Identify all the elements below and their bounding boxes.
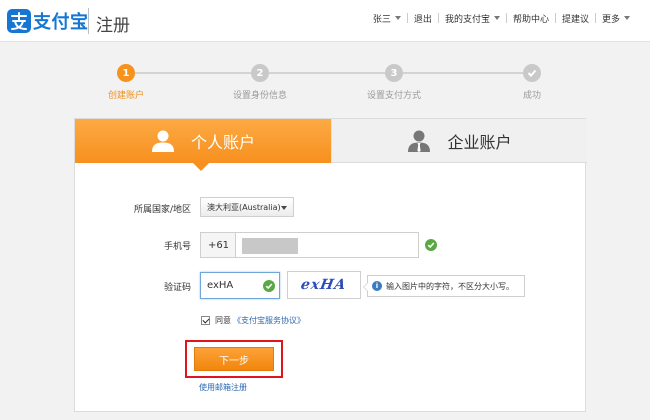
captcha-input-value: exHA (207, 280, 234, 291)
nav-my-alipay-label: 我的支付宝 (444, 14, 490, 25)
page-title: 注册 (96, 16, 130, 36)
agreement-row: 同意 《支付宝服务协议》 (201, 315, 305, 326)
register-with-email-link[interactable]: 使用邮箱注册 (199, 382, 247, 393)
chevron-down-icon (493, 16, 500, 20)
step-4-node (523, 64, 541, 82)
nav-suggestion-label: 提建议 (561, 14, 589, 25)
nav-user-menu[interactable]: 张三 (367, 12, 407, 25)
nav-more[interactable]: 更多 (596, 12, 636, 25)
country-select-value: 澳大利亚(Australia) (207, 202, 281, 212)
chevron-down-icon (394, 16, 401, 20)
agreement-link[interactable]: 《支付宝服务协议》 (233, 315, 305, 326)
next-button-highlight: 下一步 (185, 340, 283, 378)
top-nav: 张三 退出 我的支付宝 帮助中心 提建议 更多 (367, 0, 636, 36)
nav-logout[interactable]: 退出 (408, 12, 438, 25)
progress-steps: 1 2 3 创建账户 设置身份信息 设置支付方式 成功 (0, 60, 650, 110)
country-select[interactable]: 澳大利亚(Australia) (200, 197, 294, 217)
nav-more-label: 更多 (601, 14, 620, 25)
nav-suggestion[interactable]: 提建议 (556, 12, 595, 25)
agreement-checkbox[interactable] (201, 316, 210, 325)
nav-logout-label: 退出 (413, 14, 432, 25)
step-4-label: 成功 (522, 91, 542, 101)
nav-user-label: 张三 (372, 14, 391, 25)
tab-pointer (193, 163, 209, 171)
country-label: 所属国家/地区 (133, 205, 191, 215)
captcha-image[interactable]: exHA (287, 271, 361, 299)
chevron-down-icon (624, 16, 630, 20)
check-circle-icon (263, 280, 275, 292)
person-icon (151, 130, 174, 152)
alipay-logo-icon (7, 9, 31, 33)
step-connector (269, 72, 385, 74)
captcha-hint-text: 输入图片中的字符，不区分大小写。 (386, 281, 514, 291)
step-2-node: 2 (251, 64, 269, 82)
captcha-hint-tooltip: i 输入图片中的字符，不区分大小写。 (363, 275, 525, 297)
header: 支付宝 注册 张三 退出 我的支付宝 帮助中心 提建议 更多 (0, 0, 650, 42)
registration-card: 个人账户 企业账户 所属国家/地区 澳大利亚(Australia) 手机号 +6… (74, 118, 587, 412)
phone-label: 手机号 (163, 242, 191, 252)
captcha-label: 验证码 (163, 283, 191, 293)
nav-my-alipay[interactable]: 我的支付宝 (439, 12, 506, 25)
tab-personal-account[interactable]: 个人账户 (75, 119, 331, 163)
tooltip-arrow-fill (364, 282, 369, 292)
step-connector (135, 72, 251, 74)
phone-input[interactable] (235, 232, 419, 258)
info-icon: i (372, 281, 382, 291)
agreement-text: 同意 (215, 316, 231, 325)
phone-number-redacted (242, 238, 298, 254)
alipay-logo[interactable]: 支付宝 (6, 6, 89, 36)
captcha-input[interactable]: exHA (200, 272, 280, 299)
checkmark-icon (527, 69, 537, 77)
step-connector (403, 72, 523, 74)
step-1-node: 1 (117, 64, 135, 82)
nav-help-center[interactable]: 帮助中心 (507, 12, 555, 25)
captcha-image-text: exHA (299, 277, 349, 293)
next-step-button[interactable]: 下一步 (194, 347, 274, 371)
tab-personal-label: 个人账户 (190, 133, 255, 152)
chevron-down-icon (281, 206, 287, 210)
step-3-node: 3 (385, 64, 403, 82)
logo-text: 支付宝 (33, 12, 89, 33)
step-1-label: 创建账户 (107, 91, 145, 101)
business-person-icon (408, 130, 431, 152)
phone-country-code: +61 (200, 232, 236, 258)
header-divider (88, 8, 89, 34)
step-3-label: 设置支付方式 (366, 91, 422, 101)
check-circle-icon (425, 239, 437, 251)
nav-help-label: 帮助中心 (512, 14, 549, 25)
tab-enterprise-account[interactable]: 企业账户 (331, 119, 587, 163)
step-2-label: 设置身份信息 (232, 91, 288, 101)
tab-enterprise-label: 企业账户 (447, 132, 512, 152)
